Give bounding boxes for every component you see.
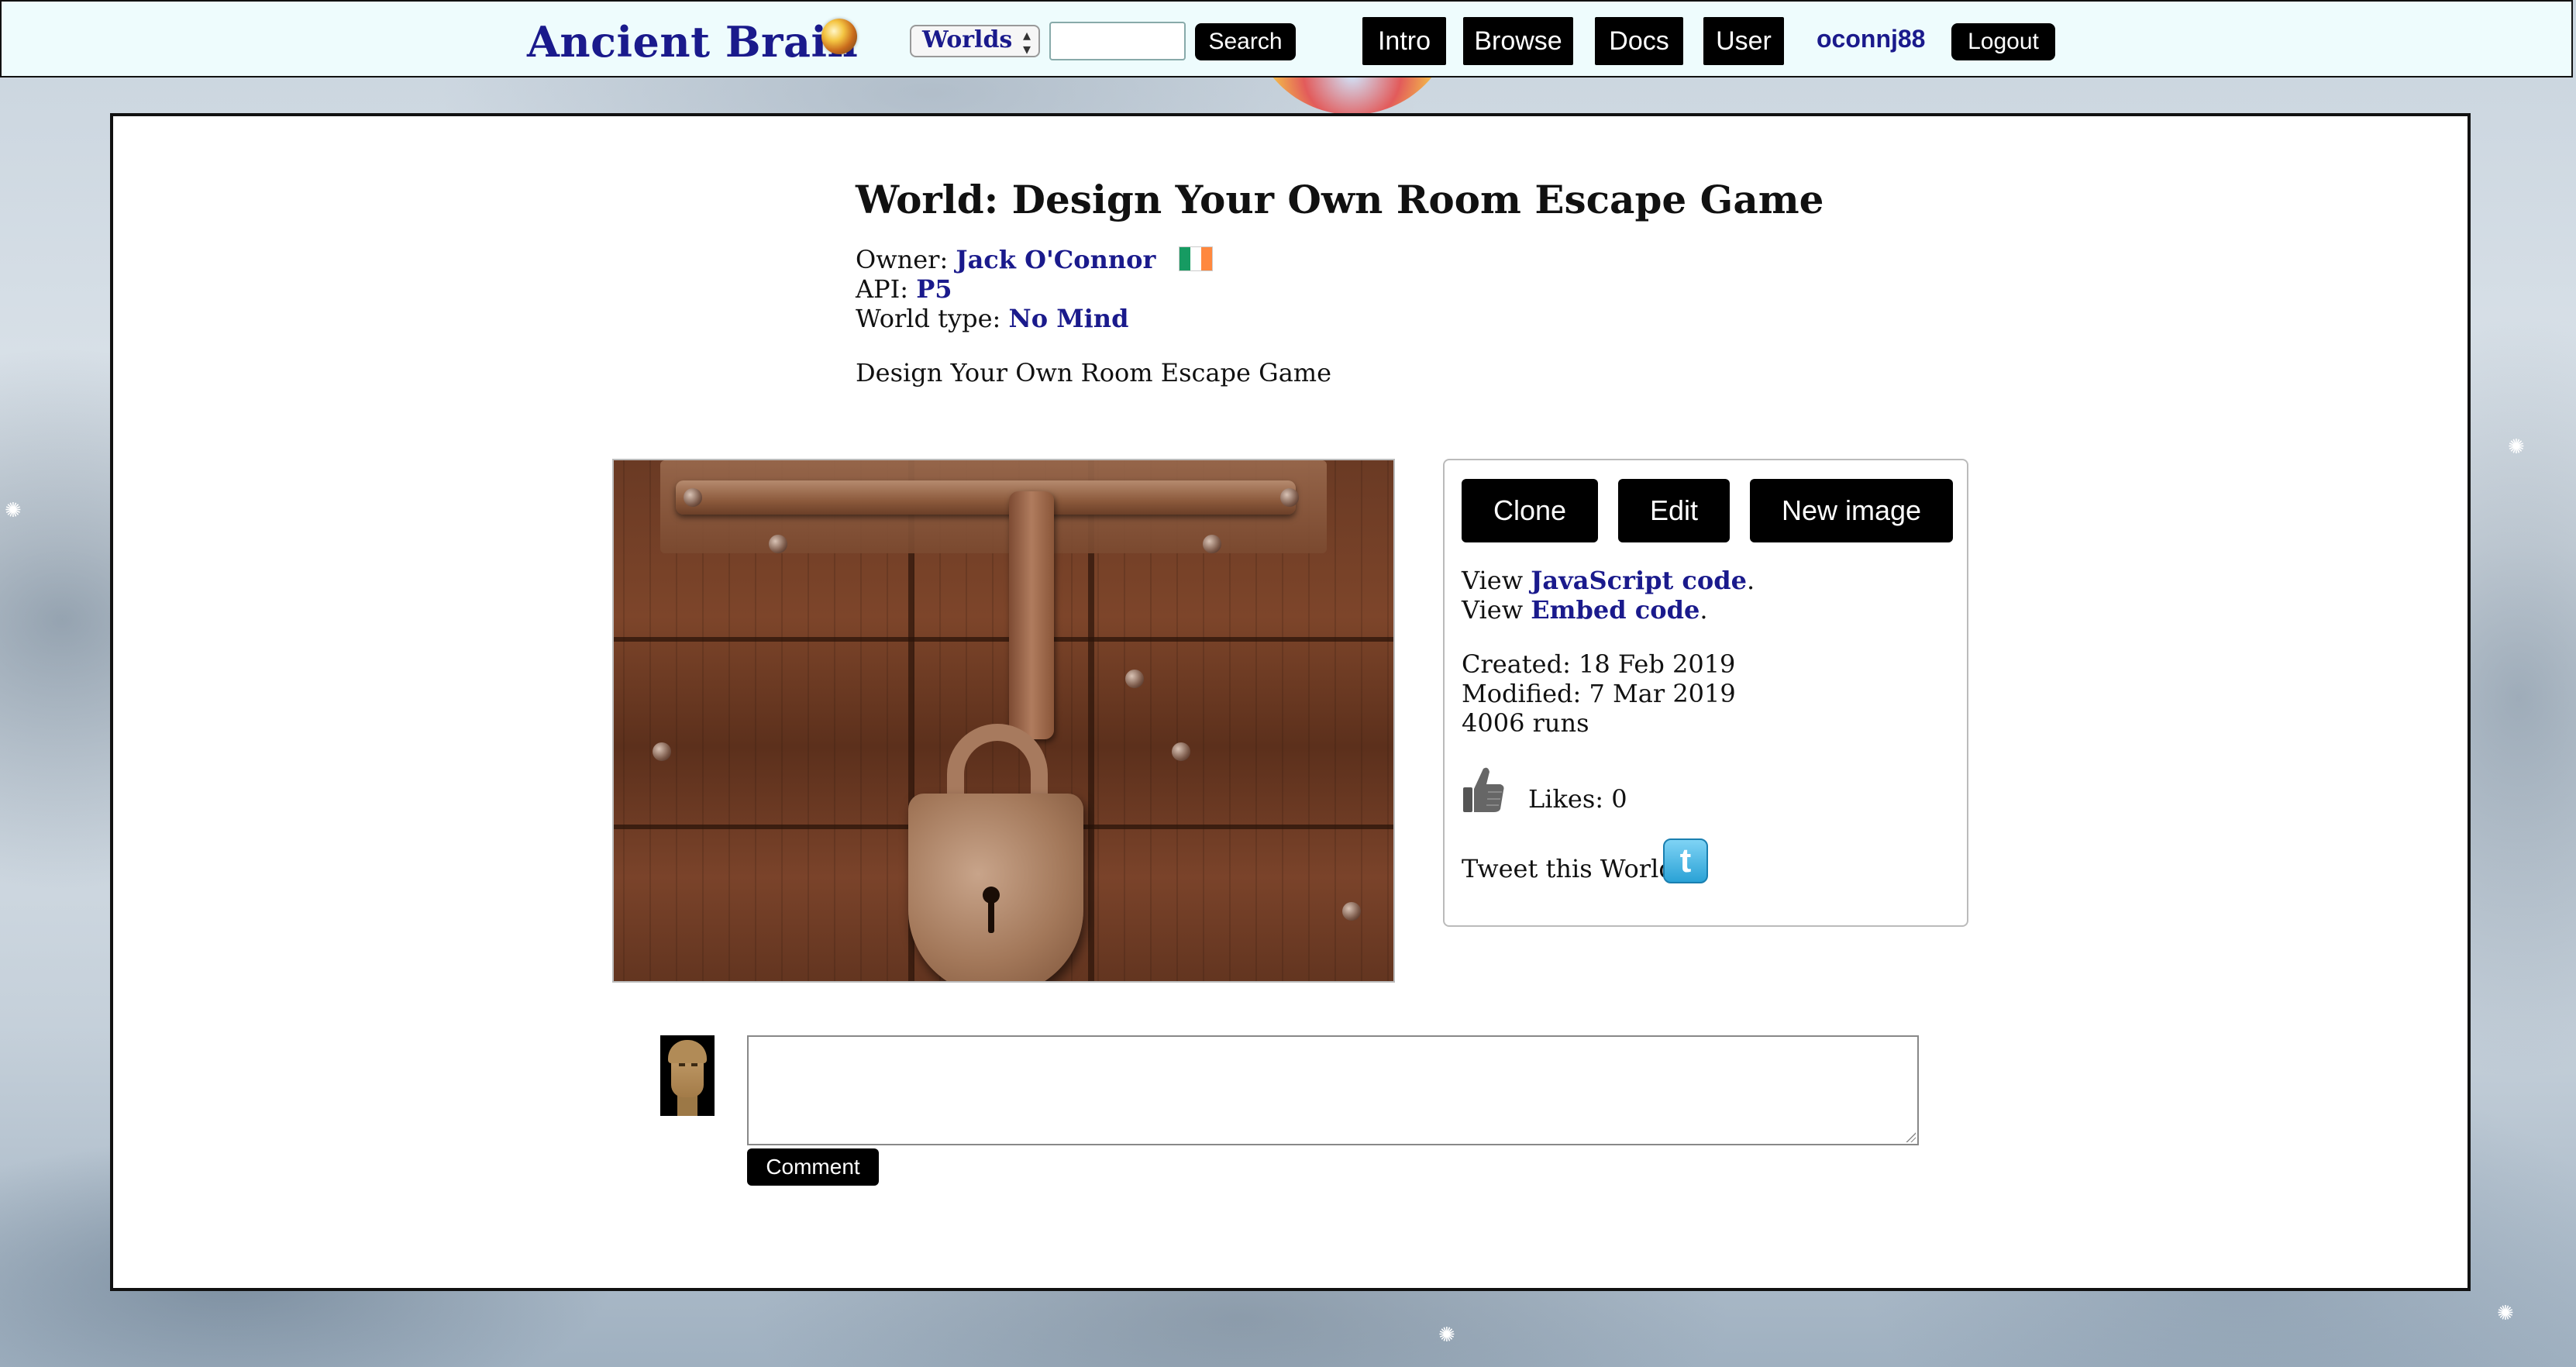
tweet-label: Tweet this World: <box>1462 854 1683 883</box>
likes-count: Likes: 0 <box>1528 784 1627 814</box>
search-button[interactable]: Search <box>1195 23 1296 60</box>
sparkle-decoration: ✺ <box>2508 436 2525 459</box>
world-type-row: World type: No Mind <box>856 304 1128 333</box>
background-orb <box>1249 77 1455 115</box>
username-link[interactable]: oconnj88 <box>1817 25 1925 53</box>
modified-date: Modified: 7 Mar 2019 <box>1462 679 1736 708</box>
top-navigation-bar: Ancient Brain Worlds ▴ ▾ Search Intro Bro… <box>0 0 2573 77</box>
world-type-link[interactable]: No Mind <box>1008 304 1128 333</box>
sparkle-decoration: ✺ <box>5 499 22 522</box>
twitter-icon[interactable]: t <box>1663 838 1708 883</box>
comment-button[interactable]: Comment <box>747 1148 879 1186</box>
view-prefix: View <box>1462 595 1524 625</box>
search-input[interactable] <box>1049 22 1186 60</box>
api-row: API: P5 <box>856 274 952 304</box>
logout-button[interactable]: Logout <box>1951 23 2055 60</box>
embed-code-link[interactable]: Embed code <box>1531 595 1700 625</box>
clone-button[interactable]: Clone <box>1462 479 1598 542</box>
edit-button[interactable]: Edit <box>1618 479 1730 542</box>
view-js-row: View JavaScript code. <box>1462 566 1755 595</box>
owner-label: Owner: <box>856 245 949 274</box>
owner-link[interactable]: Jack O'Connor <box>956 245 1155 274</box>
javascript-code-link[interactable]: JavaScript code <box>1531 566 1747 595</box>
user-avatar <box>660 1035 715 1116</box>
world-type-label: World type: <box>856 304 1001 333</box>
nav-user-button[interactable]: User <box>1703 17 1784 65</box>
resize-handle[interactable] <box>1905 1131 1916 1142</box>
created-date: Created: 18 Feb 2019 <box>1462 649 1736 679</box>
owner-row: Owner: Jack O'Connor <box>856 245 1214 274</box>
comment-textarea[interactable] <box>747 1035 1919 1145</box>
new-image-button[interactable]: New image <box>1750 479 1953 542</box>
ireland-flag-icon <box>1179 246 1214 271</box>
run-count: 4006 runs <box>1462 708 1589 738</box>
nav-intro-button[interactable]: Intro <box>1362 17 1446 65</box>
view-embed-row: View Embed code. <box>1462 595 1708 625</box>
view-prefix: View <box>1462 566 1524 595</box>
sparkle-decoration: ✺ <box>1438 1324 1455 1347</box>
select-arrows-icon: ▴ ▾ <box>1022 26 1031 58</box>
site-logo-text[interactable]: Ancient Brain <box>527 17 858 67</box>
api-link[interactable]: P5 <box>916 274 952 304</box>
world-image <box>612 459 1395 983</box>
search-category-select[interactable]: Worlds ▴ ▾ <box>910 25 1040 57</box>
api-label: API: <box>856 274 909 304</box>
nav-docs-button[interactable]: Docs <box>1595 17 1683 65</box>
page-title: World: Design Your Own Room Escape Game <box>856 177 1824 222</box>
search-category-value: Worlds <box>922 26 1013 53</box>
nav-browse-button[interactable]: Browse <box>1463 17 1573 65</box>
brain-orb-icon[interactable] <box>821 19 857 54</box>
world-info-box: Clone Edit New image View JavaScript cod… <box>1443 459 1968 927</box>
world-description: Design Your Own Room Escape Game <box>856 358 1332 387</box>
comment-input[interactable] <box>749 1037 1917 1144</box>
thumbs-up-icon[interactable] <box>1462 764 1505 815</box>
sparkle-decoration: ✺ <box>2497 1302 2514 1325</box>
